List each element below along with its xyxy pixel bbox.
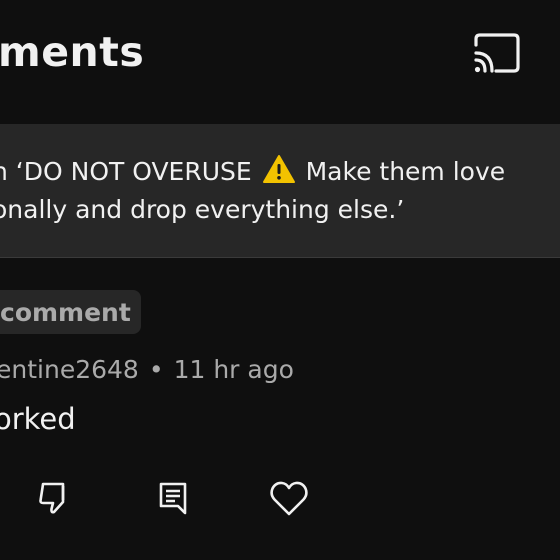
banner-text-start: n ‘DO NOT OVERUSE bbox=[0, 157, 260, 186]
page-title: ments bbox=[0, 28, 145, 76]
comments-screen: ments n ‘DO NOT OVERUSE Make them love o… bbox=[0, 0, 560, 560]
comment-time: 11 hr ago bbox=[173, 355, 294, 384]
banner-text-end: Make them love bbox=[297, 157, 506, 186]
banner-text-line-1: n ‘DO NOT OVERUSE Make them love bbox=[0, 154, 505, 190]
dislike-button[interactable] bbox=[33, 476, 77, 520]
cast-icon bbox=[474, 33, 520, 73]
reply-icon bbox=[159, 482, 187, 515]
reply-button[interactable] bbox=[151, 476, 195, 520]
banner-text-line-2: onally and drop everything else.’ bbox=[0, 195, 405, 224]
dislike-icon bbox=[39, 482, 65, 514]
comment-text: orked bbox=[0, 402, 76, 436]
meta-separator: • bbox=[148, 355, 164, 384]
comment-author[interactable]: entine2648 bbox=[0, 355, 139, 384]
heart-button[interactable] bbox=[267, 476, 311, 520]
heart-icon bbox=[270, 481, 308, 516]
pinned-comment-chip: comment bbox=[0, 290, 141, 334]
pinned-comment-label: comment bbox=[0, 297, 131, 327]
warning-icon bbox=[262, 154, 296, 190]
comment-meta: entine2648 • 11 hr ago bbox=[0, 355, 294, 384]
pinned-message-banner bbox=[0, 124, 560, 258]
cast-button[interactable] bbox=[466, 28, 526, 78]
